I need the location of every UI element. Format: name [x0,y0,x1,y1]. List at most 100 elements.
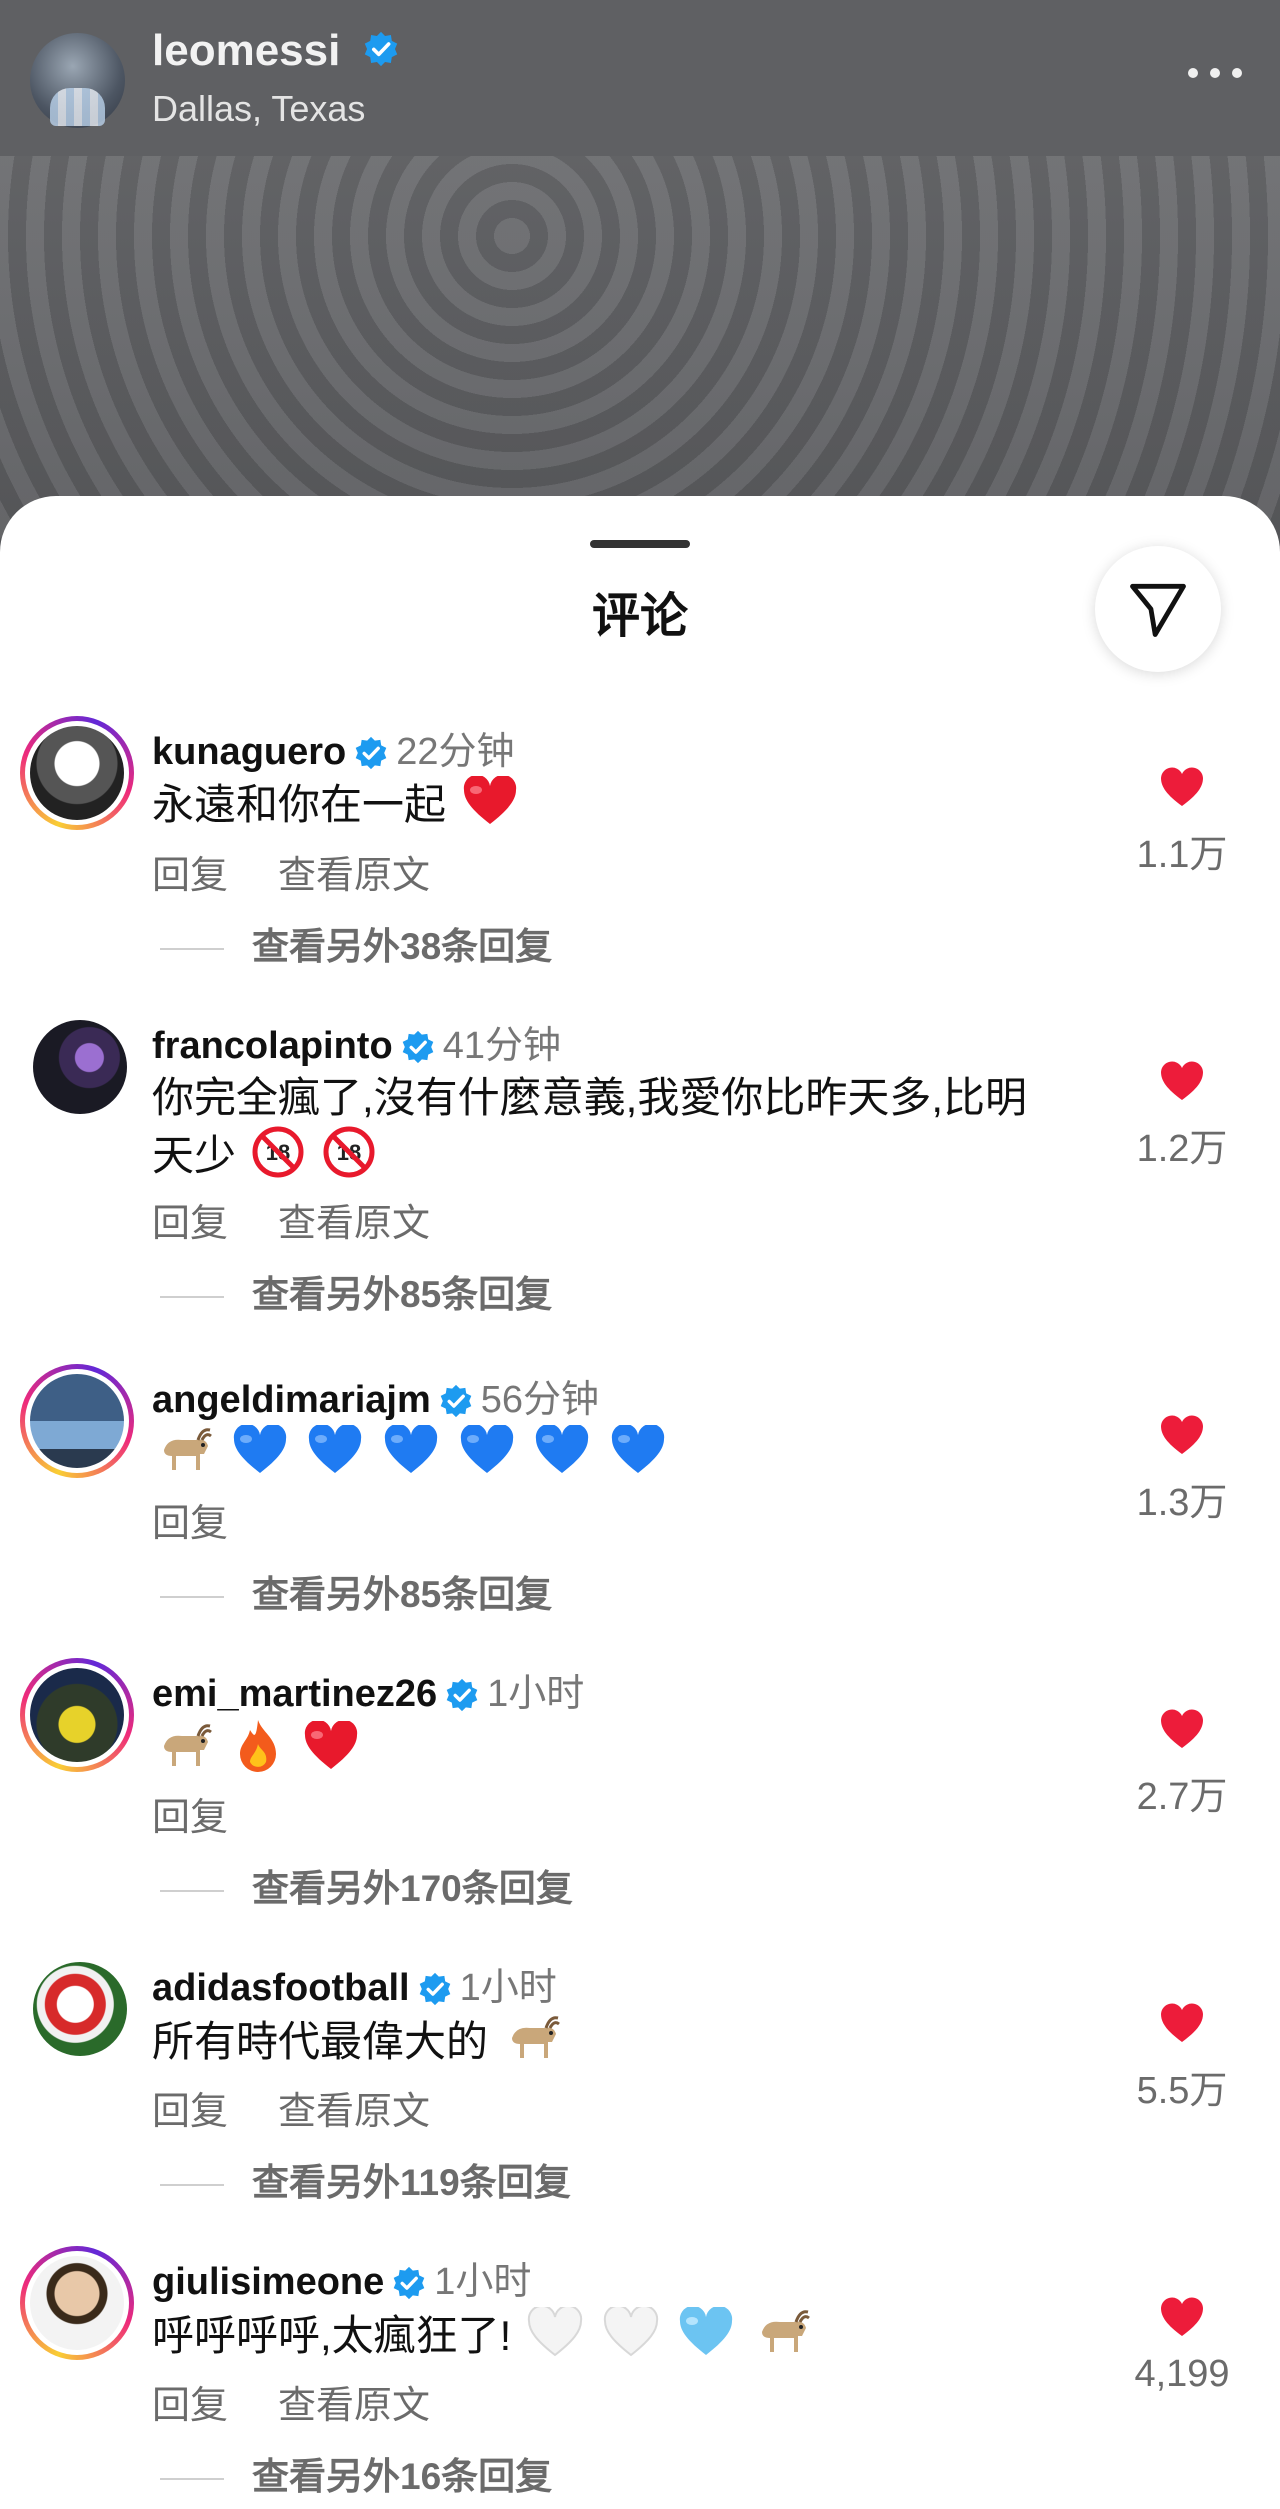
fire-icon [232,1718,284,1788]
view-replies-button[interactable]: 查看另外119条回复 [160,2152,571,2206]
avatar[interactable] [20,2246,134,2360]
heart-filled-icon [1161,1415,1203,1454]
comment-username[interactable]: francolapinto [152,1025,393,1067]
like-button[interactable]: 1.3万 [1122,1414,1242,1526]
reply-button[interactable]: 回复 [152,2091,228,2133]
view-replies-label: 查看另外119条回复 [252,2162,571,2203]
blue-heart-icon [307,1423,363,1489]
like-count: 1.2万 [1136,1128,1228,1170]
see-translation-button[interactable]: 查看原文 [278,1203,430,1245]
heart-filled-icon [1161,1061,1203,1100]
comment-timestamp: 1小时 [459,1967,557,2009]
more-horizontal-icon[interactable] [1188,58,1242,88]
like-button[interactable]: 2.7万 [1122,1708,1242,1820]
verified-badge-icon [401,1030,435,1074]
heart-filled-icon [1161,2297,1203,2336]
verified-badge-icon [445,1678,479,1722]
comment-username[interactable]: adidasfootball [152,1967,410,2009]
avatar[interactable] [20,1364,134,1478]
comment-timestamp: 41分钟 [442,1025,561,1067]
no-under-18-icon: 18 [323,1126,375,1192]
comment-username[interactable]: angeldimariajm [152,1379,431,1421]
white-heart-icon [603,2304,659,2371]
verified-badge-icon [439,1384,473,1428]
blue-heart-icon [534,1423,590,1489]
see-translation-button[interactable]: 查看原文 [278,855,430,897]
comment-username[interactable]: kunaguero [152,731,346,773]
post-username[interactable]: leomessi [152,26,399,78]
view-replies-label: 查看另外38条回复 [252,926,553,967]
verified-badge-icon [363,28,399,78]
white-heart-icon [527,2304,583,2371]
goat-icon [156,1424,212,1490]
post-location[interactable]: Dallas, Texas [152,88,365,130]
view-replies-label: 查看另外85条回复 [252,1574,553,1615]
comment-timestamp: 56分钟 [480,1379,600,1421]
like-button[interactable]: 1.1万 [1122,766,1242,878]
comment-timestamp: 1小时 [487,1673,585,1715]
verified-badge-icon [392,2266,426,2310]
view-replies-button[interactable]: 查看另外85条回复 [160,1564,552,1618]
post-username-text[interactable]: leomessi [152,26,340,75]
like-count: 4,199 [1134,2353,1230,2395]
blue-heart-icon [383,1423,439,1489]
verified-badge-icon [418,1972,452,2016]
comment-text [152,1423,1132,1490]
reply-button[interactable]: 回复 [152,2385,228,2427]
like-count: 5.5万 [1136,2070,1228,2112]
like-count: 2.7万 [1136,1776,1228,1818]
blue-heart-icon [232,1423,288,1489]
goat-icon [754,2306,810,2372]
sheet-grabber[interactable] [590,540,690,548]
comment-timestamp: 1小时 [434,2261,532,2303]
avatar[interactable] [33,1962,127,2056]
like-count: 1.3万 [1136,1482,1228,1524]
like-count: 1.1万 [1136,834,1228,876]
see-translation-button[interactable]: 查看原文 [278,2091,430,2133]
view-replies-button[interactable]: 查看另外85条回复 [160,1264,552,1318]
goat-icon [504,2012,560,2078]
view-replies-label: 查看另外85条回复 [252,1274,553,1315]
red-heart-icon [462,774,518,840]
blue-heart-icon [610,1423,666,1489]
view-replies-button[interactable]: 查看另外170条回复 [160,1858,573,1912]
post-header: leomessi Dallas, Texas [0,0,1280,156]
comment-text: 所有時代最偉大的 [152,2012,1132,2078]
reply-button[interactable]: 回复 [152,1797,228,1839]
verified-badge-icon [354,736,388,780]
view-replies-label: 查看另外16条回复 [252,2456,553,2497]
like-button[interactable]: 1.2万 [1122,1060,1242,1172]
avatar[interactable] [20,1658,134,1772]
view-replies-label: 查看另外170条回复 [252,1868,573,1909]
comment-timestamp: 22分钟 [396,731,515,773]
no-under-18-icon: 18 [252,1126,304,1192]
heart-filled-icon [1161,1709,1203,1748]
like-button[interactable]: 4,199 [1122,2296,1242,2396]
blue-heart-icon [459,1423,515,1489]
view-replies-button[interactable]: 查看另外38条回复 [160,916,552,970]
reply-button[interactable]: 回复 [152,1203,228,1245]
heart-filled-icon [1161,2003,1203,2042]
view-replies-button[interactable]: 查看另外16条回复 [160,2446,552,2500]
comment-text: 永遠和你在一起 [152,774,1132,840]
light-blue-heart-icon [678,2305,734,2371]
red-heart-icon [303,1719,359,1785]
heart-filled-icon [1161,767,1203,806]
send-icon [1130,583,1186,637]
comment-username[interactable]: emi_martinez26 [152,1673,437,1715]
comment-username[interactable]: giulisimeone [152,2261,384,2303]
avatar[interactable] [20,716,134,830]
reply-button[interactable]: 回复 [152,1503,228,1545]
like-button[interactable]: 5.5万 [1122,2002,1242,2114]
share-button[interactable] [1095,546,1221,672]
goat-icon [156,1720,212,1786]
see-translation-button[interactable]: 查看原文 [278,2385,430,2427]
post-author-avatar[interactable] [30,33,125,128]
comment-text: 你完全瘋了,沒有什麼意義,我愛你比昨天多,比明天少 18 18 [152,1070,1132,1192]
comment-text [152,1718,1132,1788]
comments-sheet: 评论 kunaguero 22分钟 永遠和你在一起 回复 查看原文 查看另外38条回… [0,496,1280,2509]
comment-text: 呼呼呼呼,太瘋狂了! [152,2304,1132,2372]
sheet-title: 评论 [591,590,688,643]
avatar[interactable] [33,1020,127,1114]
reply-button[interactable]: 回复 [152,855,228,897]
